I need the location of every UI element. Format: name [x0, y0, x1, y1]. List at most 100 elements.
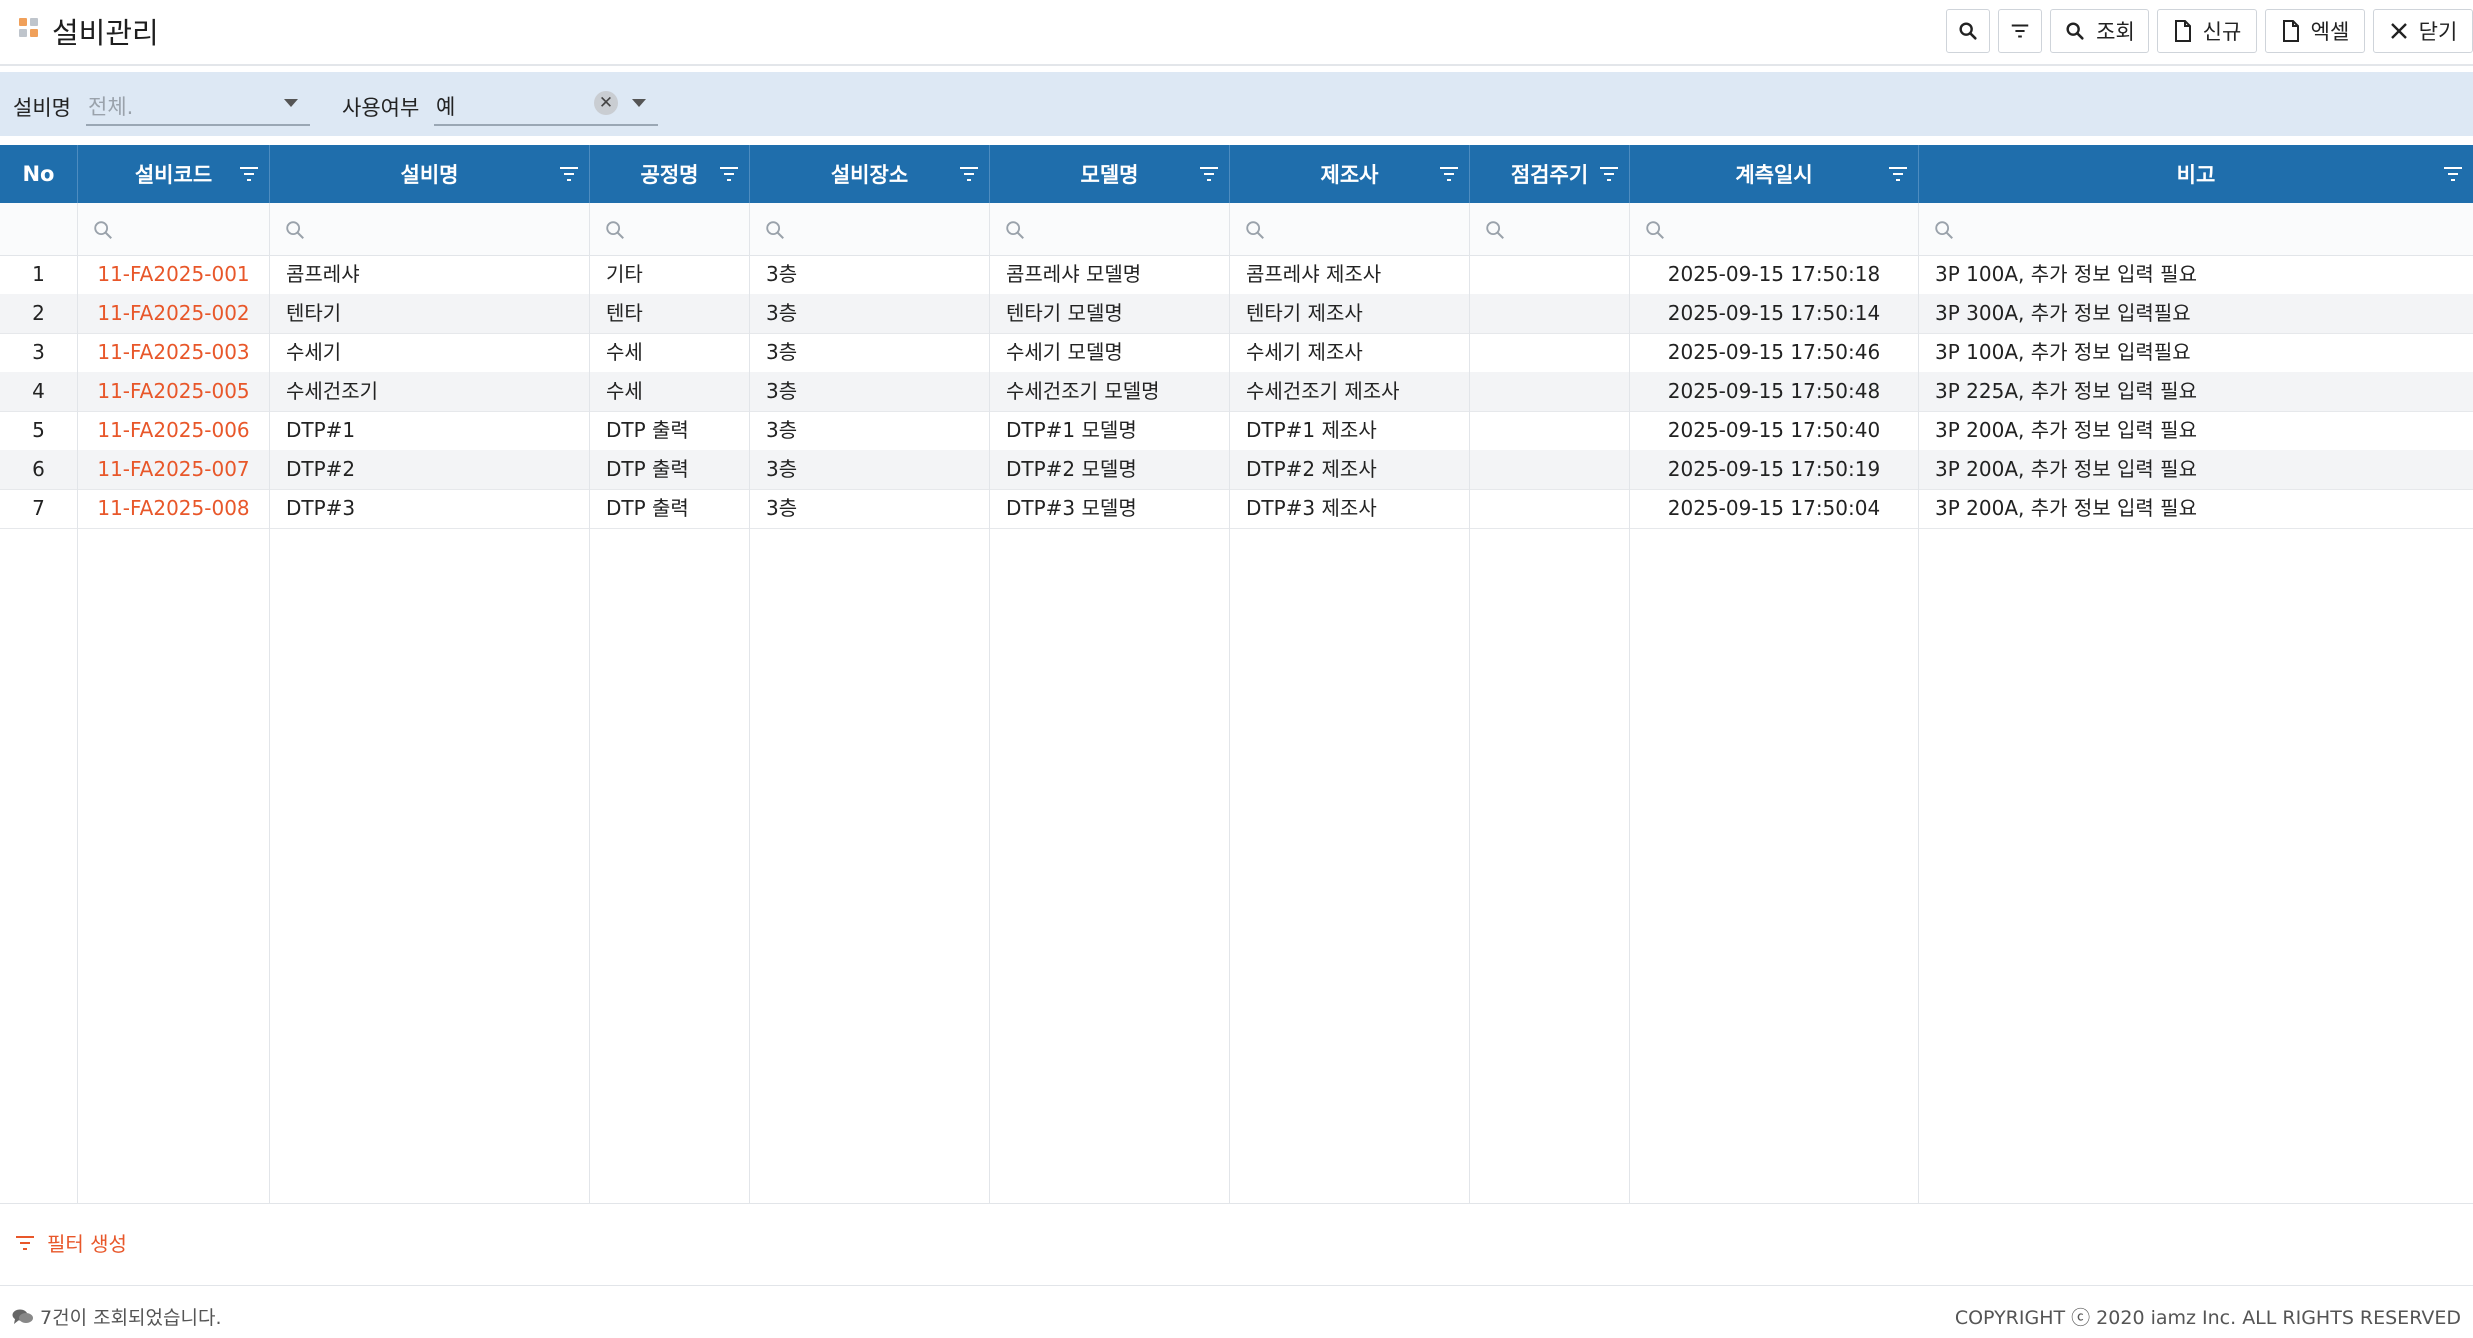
filter-icon[interactable] [239, 165, 259, 183]
search-icon [1486, 221, 1504, 239]
cell-process: 기타 [590, 255, 750, 294]
cell-model: 콤프레샤 모델명 [990, 255, 1230, 294]
use-select[interactable]: 예 ✕ [434, 82, 658, 126]
chevron-down-icon[interactable] [632, 99, 646, 107]
filter-icon[interactable] [559, 165, 579, 183]
filter-icon[interactable] [1599, 165, 1619, 183]
cell-location: 3층 [750, 255, 990, 294]
new-button[interactable]: 신규 [2157, 9, 2257, 53]
table-row[interactable]: 5 11-FA2025-006 DTP#1 DTP 출력 3층 DTP#1 모델… [0, 411, 2473, 451]
clear-icon[interactable]: ✕ [594, 91, 618, 115]
column-header-label: 설비명 [400, 163, 459, 187]
cell-no: 6 [0, 450, 78, 489]
column-header-model[interactable]: 모델명 [990, 145, 1230, 203]
search-icon [1246, 221, 1264, 239]
search-icon [606, 221, 624, 239]
cell-location: 3층 [750, 294, 990, 333]
close-button[interactable]: 닫기 [2373, 9, 2473, 53]
search-cell-cycle[interactable] [1470, 203, 1630, 255]
column-header-note[interactable]: 비고 [1919, 145, 2473, 203]
column-header-maker[interactable]: 제조사 [1230, 145, 1470, 203]
quick-search-button[interactable] [1946, 9, 1990, 53]
search-cell-code[interactable] [78, 203, 270, 255]
column-header-label: 제조사 [1320, 163, 1379, 187]
filter-icon[interactable] [1199, 165, 1219, 183]
search-cell-process[interactable] [590, 203, 750, 255]
copyright-text: COPYRIGHT ⓒ 2020 iamz Inc. ALL RIGHTS RE… [1954, 1307, 2461, 1329]
column-header-label: 공정명 [640, 163, 699, 187]
search-cell-location[interactable] [750, 203, 990, 255]
filter-icon [2011, 24, 2029, 38]
table-row[interactable]: 1 11-FA2025-001 콤프레샤 기타 3층 콤프레샤 모델명 콤프레샤… [0, 255, 2473, 295]
cell-maker: DTP#2 제조사 [1230, 450, 1470, 489]
column-header-location[interactable]: 설비장소 [750, 145, 990, 203]
cell-code-link[interactable]: 11-FA2025-008 [78, 489, 270, 528]
cell-cycle [1470, 489, 1630, 528]
filter-icon[interactable] [1888, 165, 1908, 183]
cell-code-link[interactable]: 11-FA2025-002 [78, 294, 270, 333]
excel-button[interactable]: 엑셀 [2265, 9, 2365, 53]
column-header-name[interactable]: 설비명 [270, 145, 590, 203]
table-row[interactable]: 4 11-FA2025-005 수세건조기 수세 3층 수세건조기 모델명 수세… [0, 372, 2473, 412]
column-header-process[interactable]: 공정명 [590, 145, 750, 203]
cell-location: 3층 [750, 333, 990, 372]
cell-maker: 콤프레샤 제조사 [1230, 255, 1470, 294]
search-button[interactable]: 조회 [2050, 9, 2149, 53]
cell-maker: 수세건조기 제조사 [1230, 372, 1470, 411]
cell-code-link[interactable]: 11-FA2025-006 [78, 411, 270, 450]
cell-measured: 2025-09-15 17:50:48 [1630, 372, 1919, 411]
cell-no: 4 [0, 372, 78, 411]
equip-name-select[interactable]: 전체. [86, 82, 310, 126]
filter-create-button[interactable]: 필터 생성 [15, 1228, 127, 1257]
cell-model: DTP#1 모델명 [990, 411, 1230, 450]
cell-name: DTP#3 [270, 489, 590, 528]
column-header-cycle[interactable]: 점검주기 [1470, 145, 1630, 203]
column-divider [1629, 528, 1630, 1203]
column-header-measured[interactable]: 계측일시 [1630, 145, 1919, 203]
cell-code-link[interactable]: 11-FA2025-003 [78, 333, 270, 372]
grid-dots-icon [19, 18, 41, 40]
cell-name: DTP#2 [270, 450, 590, 489]
chevron-down-icon[interactable] [284, 99, 298, 107]
close-button-label: 닫기 [2418, 20, 2458, 44]
table-row[interactable]: 6 11-FA2025-007 DTP#2 DTP 출력 3층 DTP#2 모델… [0, 450, 2473, 490]
cell-note: 3P 225A, 추가 정보 입력 필요 [1935, 379, 2197, 403]
cell-code-link[interactable]: 11-FA2025-007 [78, 450, 270, 489]
cell-measured: 2025-09-15 17:50:14 [1630, 294, 1919, 333]
footer-divider [0, 1285, 2473, 1286]
table-row[interactable]: 2 11-FA2025-002 텐타기 텐타 3층 텐타기 모델명 텐타기 제조… [0, 294, 2473, 334]
cell-maker: DTP#1 제조사 [1230, 411, 1470, 450]
filter-icon[interactable] [1439, 165, 1459, 183]
cell-cycle [1470, 255, 1630, 294]
column-header-no[interactable]: No [0, 145, 78, 203]
cell-process: 텐타 [590, 294, 750, 333]
search-cell-measured[interactable] [1630, 203, 1919, 255]
cell-process: 수세 [590, 333, 750, 372]
cell-measured: 2025-09-15 17:50:46 [1630, 333, 1919, 372]
filter-icon[interactable] [719, 165, 739, 183]
filter-icon[interactable] [2443, 165, 2463, 183]
filter-toggle-button[interactable] [1998, 9, 2042, 53]
column-header-label: 계측일시 [1735, 163, 1813, 187]
filter-bar: 설비명 전체. 사용여부 예 ✕ [0, 72, 2473, 136]
cell-model: 수세건조기 모델명 [990, 372, 1230, 411]
cell-maker: 수세기 제조사 [1230, 333, 1470, 372]
search-cell-model[interactable] [990, 203, 1230, 255]
cell-code-link[interactable]: 11-FA2025-001 [78, 255, 270, 294]
search-cell-maker[interactable] [1230, 203, 1470, 255]
cell-code-link[interactable]: 11-FA2025-005 [78, 372, 270, 411]
cell-name: 수세기 [270, 333, 590, 372]
search-cell-name[interactable] [270, 203, 590, 255]
top-bar: 설비관리 조회 신규 엑셀 닫기 [0, 0, 2473, 66]
search-icon [1935, 221, 1953, 239]
column-divider [989, 528, 990, 1203]
filter-icon[interactable] [959, 165, 979, 183]
table-row[interactable]: 7 11-FA2025-008 DTP#3 DTP 출력 3층 DTP#3 모델… [0, 489, 2473, 529]
excel-button-label: 엑셀 [2310, 20, 2350, 44]
cell-note: 3P 200A, 추가 정보 입력 필요 [1935, 457, 2197, 481]
column-header-code[interactable]: 설비코드 [78, 145, 270, 203]
cell-process: DTP 출력 [590, 411, 750, 450]
page-title: 설비관리 [52, 16, 159, 50]
table-row[interactable]: 3 11-FA2025-003 수세기 수세 3층 수세기 모델명 수세기 제조… [0, 333, 2473, 373]
search-cell-note[interactable] [1919, 203, 2473, 255]
